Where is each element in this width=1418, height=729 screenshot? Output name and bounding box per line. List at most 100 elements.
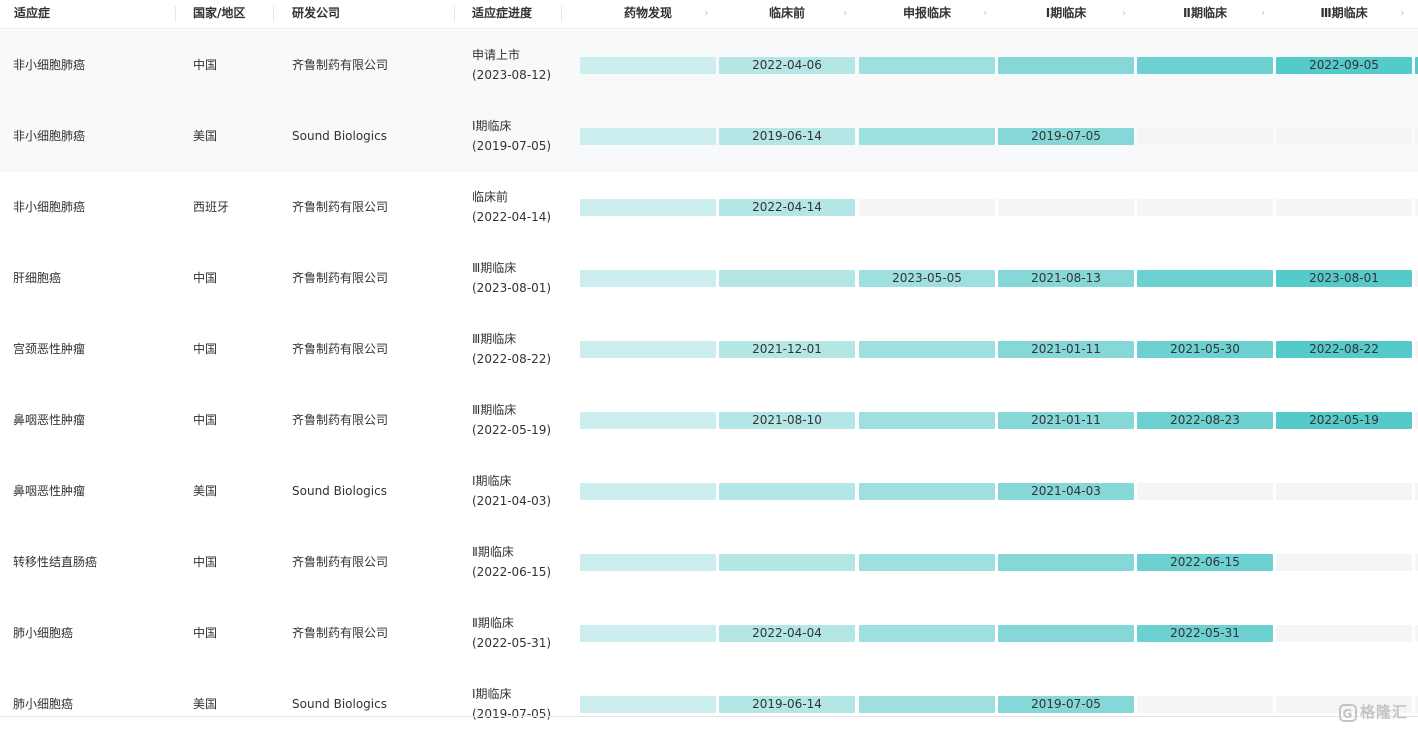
chevron-right-icon: › — [983, 6, 988, 19]
company-cell: 齐鲁制药有限公司 — [292, 342, 389, 356]
stage-header-6[interactable]: Ⅲ期临床 — [1276, 0, 1412, 28]
stage-bar-4 — [998, 57, 1134, 74]
table-row[interactable]: 宫颈恶性肿瘤 中国 齐鲁制药有限公司 Ⅲ期临床 (2022-08-22) 2021-12-… — [0, 314, 1418, 385]
progress-date: (2019-07-05) — [472, 139, 552, 153]
stage-header-5[interactable]: Ⅱ期临床 — [1137, 0, 1273, 28]
header-progress[interactable]: 适应症进度 — [472, 0, 532, 28]
table-row[interactable]: 转移性结直肠癌 中国 齐鲁制药有限公司 Ⅱ期临床 (2022-06-15) 2022-06… — [0, 527, 1418, 598]
stage-bar-5 — [1137, 696, 1273, 713]
progress-cell: Ⅲ期临床 (2022-08-22) — [472, 329, 551, 369]
company-cell: Sound Biologics — [292, 697, 387, 711]
table-row[interactable]: 非小细胞肺癌 西班牙 齐鲁制药有限公司 临床前 (2022-04-14) 2022-04-… — [0, 172, 1418, 243]
stage-bar-4: 2021-01-11 — [998, 341, 1134, 358]
stage-bar-1 — [580, 554, 716, 571]
region-cell: 中国 — [193, 555, 218, 569]
progress-date: (2023-08-12) — [472, 68, 552, 82]
indication-cell: 鼻咽恶性肿瘤 — [13, 413, 86, 427]
stage-bar-6: 2022-08-22 — [1276, 341, 1412, 358]
stage-header-1[interactable]: 药物发现 — [580, 0, 716, 28]
progress-stage: 申请上市 — [472, 48, 521, 62]
table-row[interactable]: 肺小细胞癌 美国 Sound Biologics Ⅰ期临床 (2019-07-05) 20… — [0, 669, 1418, 729]
stage-bar-5: 2022-08-23 — [1137, 412, 1273, 429]
progress-date: (2022-05-31) — [472, 636, 552, 650]
chevron-right-icon: › — [1400, 6, 1405, 19]
region-cell: 中国 — [193, 342, 218, 356]
region-cell: 中国 — [193, 413, 218, 427]
stage-bar-3 — [859, 128, 995, 145]
table-row[interactable]: 鼻咽恶性肿瘤 美国 Sound Biologics Ⅰ期临床 (2021-04-03) 2… — [0, 456, 1418, 527]
chevron-right-icon: › — [1261, 6, 1266, 19]
progress-stage: 临床前 — [472, 190, 509, 204]
progress-cell: 临床前 (2022-04-14) — [472, 187, 551, 227]
stage-bar-2: 2022-04-14 — [719, 199, 855, 216]
progress-stage: Ⅲ期临床 — [472, 332, 517, 346]
indication-cell: 肺小细胞癌 — [13, 697, 74, 711]
company-cell: 齐鲁制药有限公司 — [292, 271, 389, 285]
stage-bar-4: 2021-01-11 — [998, 412, 1134, 429]
indication-cell: 肝细胞癌 — [13, 271, 62, 285]
stage-bar-6 — [1276, 483, 1412, 500]
stage-bar-3 — [859, 696, 995, 713]
indication-cell: 非小细胞肺癌 — [13, 200, 86, 214]
company-cell: 齐鲁制药有限公司 — [292, 413, 389, 427]
progress-cell: Ⅲ期临床 (2023-08-01) — [472, 258, 551, 298]
table-row[interactable]: 非小细胞肺癌 中国 齐鲁制药有限公司 申请上市 (2023-08-12) 2022-04-… — [0, 30, 1418, 101]
watermark-logo-icon: G — [1338, 703, 1357, 722]
stage-bar-3 — [859, 412, 995, 429]
header-indication[interactable]: 适应症 — [14, 0, 50, 28]
region-cell: 美国 — [193, 697, 218, 711]
progress-date: (2021-04-03) — [472, 494, 552, 508]
company-cell: 齐鲁制药有限公司 — [292, 200, 389, 214]
progress-stage: Ⅱ期临床 — [472, 616, 514, 630]
progress-cell: Ⅰ期临床 (2019-07-05) — [472, 116, 551, 156]
stage-bar-3 — [859, 554, 995, 571]
progress-stage: Ⅲ期临床 — [472, 261, 517, 275]
region-cell: 美国 — [193, 484, 218, 498]
stage-bar-6: 2023-08-01 — [1276, 270, 1412, 287]
chevron-right-icon: › — [704, 6, 709, 19]
indication-cell: 肺小细胞癌 — [13, 626, 74, 640]
company-cell: 齐鲁制药有限公司 — [292, 58, 389, 72]
region-cell: 中国 — [193, 626, 218, 640]
progress-date: (2022-05-19) — [472, 423, 552, 437]
stage-bar-6: 2022-09-05 — [1276, 57, 1412, 74]
stage-header-2[interactable]: 临床前 — [719, 0, 855, 28]
stage-bar-4: 2019-07-05 — [998, 696, 1134, 713]
progress-cell: Ⅰ期临床 (2021-04-03) — [472, 471, 551, 511]
progress-stage: Ⅰ期临床 — [472, 687, 512, 701]
stage-bar-1 — [580, 57, 716, 74]
table-row[interactable]: 肝细胞癌 中国 齐鲁制药有限公司 Ⅲ期临床 (2023-08-01) 2023-05-05… — [0, 243, 1418, 314]
progress-date: (2019-07-05) — [472, 707, 552, 721]
stage-bar-3 — [859, 57, 995, 74]
header-divider — [454, 6, 455, 22]
stage-bar-4: 2021-08-13 — [998, 270, 1134, 287]
stage-bar-1 — [580, 696, 716, 713]
header-company[interactable]: 研发公司 — [292, 0, 340, 28]
stage-bar-3 — [859, 483, 995, 500]
stage-bar-5: 2022-05-31 — [1137, 625, 1273, 642]
table-header: 适应症 国家/地区 研发公司 适应症进度 药物发现 › 临床前 › 申报临床 › Ⅰ期临床 ›… — [0, 0, 1418, 29]
stage-bar-2: 2022-04-06 — [719, 57, 855, 74]
progress-date: (2022-08-22) — [472, 352, 552, 366]
stage-header-4[interactable]: Ⅰ期临床 — [998, 0, 1134, 28]
stage-bar-4 — [998, 199, 1134, 216]
progress-cell: 申请上市 (2023-08-12) — [472, 45, 551, 85]
table-row[interactable]: 肺小细胞癌 中国 齐鲁制药有限公司 Ⅱ期临床 (2022-05-31) 2022-04-0… — [0, 598, 1418, 669]
progress-stage: Ⅲ期临床 — [472, 403, 517, 417]
watermark-text: 格隆汇 — [1359, 703, 1408, 721]
stage-bar-1 — [580, 341, 716, 358]
table-row[interactable]: 鼻咽恶性肿瘤 中国 齐鲁制药有限公司 Ⅲ期临床 (2022-05-19) 2021-08-… — [0, 385, 1418, 456]
header-divider — [273, 6, 274, 22]
progress-cell: Ⅲ期临床 (2022-05-19) — [472, 400, 551, 440]
table-bottom-border — [0, 716, 1418, 717]
header-region[interactable]: 国家/地区 — [193, 0, 245, 28]
table-row[interactable]: 非小细胞肺癌 美国 Sound Biologics Ⅰ期临床 (2019-07-05) 2… — [0, 101, 1418, 172]
stage-bar-1 — [580, 128, 716, 145]
stage-bar-4: 2021-04-03 — [998, 483, 1134, 500]
stage-bar-2: 2019-06-14 — [719, 696, 855, 713]
stage-bar-2 — [719, 483, 855, 500]
stage-header-3[interactable]: 申报临床 — [859, 0, 995, 28]
stage-bar-6 — [1276, 625, 1412, 642]
header-divider — [561, 6, 562, 22]
chevron-right-icon: › — [843, 6, 848, 19]
